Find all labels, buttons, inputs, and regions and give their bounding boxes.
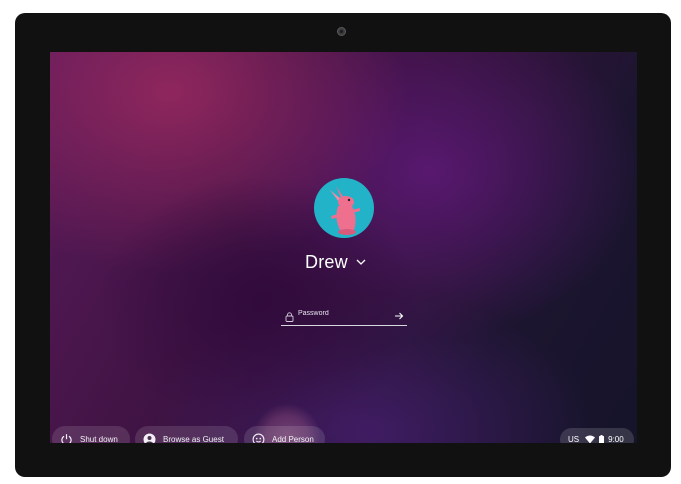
user-avatar[interactable] (314, 178, 374, 238)
battery-icon (599, 435, 605, 443)
password-field-container (281, 304, 407, 326)
person-circle-icon (143, 433, 156, 443)
clock: 9:00 (608, 435, 624, 443)
lock-icon (285, 309, 294, 322)
device-frame: Drew Shut down Browse as Guest Add Perso… (15, 13, 671, 477)
username-row[interactable]: Drew (305, 250, 366, 274)
username-label: Drew (305, 251, 348, 272)
login-screen: Drew Shut down Browse as Guest Add Perso… (50, 52, 637, 443)
add-person-label: Add Person (272, 434, 314, 444)
browse-as-guest-button[interactable]: Browse as Guest (135, 426, 238, 443)
shutdown-label: Shut down (80, 434, 118, 444)
pink-rabbit-avatar (330, 186, 360, 235)
power-icon (60, 433, 73, 443)
password-input[interactable] (298, 306, 388, 320)
add-person-button[interactable]: Add Person (244, 426, 325, 443)
shutdown-button[interactable]: Shut down (52, 426, 130, 443)
smiley-face-icon (252, 433, 265, 443)
status-tray[interactable]: US 9:00 (560, 428, 634, 443)
arrow-right-icon[interactable] (394, 308, 404, 320)
wifi-icon (585, 435, 596, 443)
camera-icon (337, 27, 346, 36)
chevron-down-icon[interactable] (356, 257, 366, 267)
guest-label: Browse as Guest (163, 434, 224, 444)
input-method-label: US (568, 435, 580, 443)
